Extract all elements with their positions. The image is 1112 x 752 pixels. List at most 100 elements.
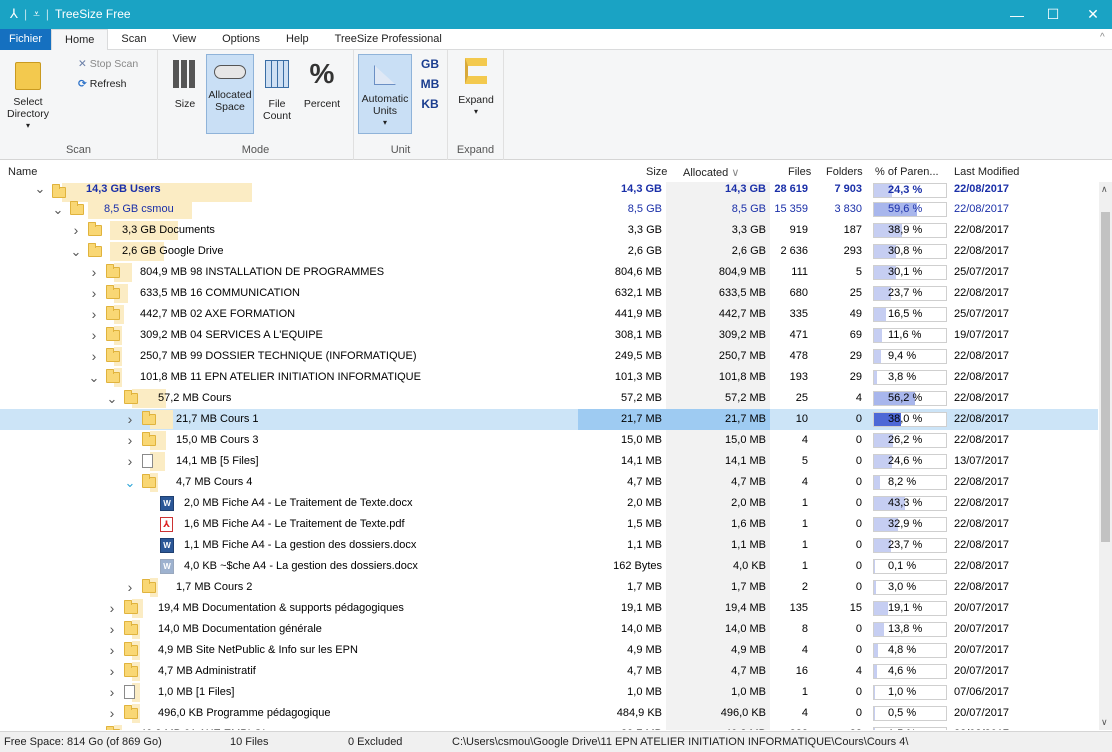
expand-arrow-icon[interactable]: › [124, 577, 136, 598]
collapse-ribbon-icon[interactable]: ^ [1100, 32, 1105, 43]
menu-view[interactable]: View [159, 29, 209, 50]
collapse-arrow-icon[interactable]: ⌄ [88, 367, 100, 388]
expand-arrow-icon[interactable]: › [106, 640, 118, 661]
allocated-space-mode-button[interactable]: Allocated Space [206, 54, 254, 134]
close-button[interactable]: ✕ [1070, 0, 1112, 29]
size-mode-button[interactable]: Size [170, 58, 200, 126]
row-last-modified: 22/08/2017 [954, 497, 1010, 509]
row-folders: 69 [849, 329, 862, 341]
row-size: 441,9 MB [614, 308, 662, 320]
tree-row[interactable]: ⌄ 8,5 GB csmou 8,5 GB 8,5 GB 15 359 3 830 59,6… [0, 199, 1098, 220]
app-icon[interactable]: ⅄ [10, 6, 18, 22]
mb-unit-button[interactable]: MB [416, 78, 444, 98]
expand-arrow-icon[interactable]: › [106, 598, 118, 619]
folder-icon [142, 411, 156, 425]
expand-arrow-icon[interactable]: › [106, 682, 118, 703]
tree-row[interactable]: › 250,7 MB 99 DOSSIER TECHNIQUE (INFORMAT… [0, 346, 1098, 367]
percent-bar: 26,2 % [873, 433, 947, 448]
expand-arrow-icon[interactable]: › [88, 724, 100, 730]
select-directory-button[interactable]: Select Directory ▾ [2, 58, 54, 138]
tree-row[interactable]: › 15,0 MB Cours 3 15,0 MB 15,0 MB 4 0 26,2 % 22… [0, 430, 1098, 451]
tree-row[interactable]: › 442,7 MB 02 AXE FORMATION 441,9 MB 442,7 … [0, 304, 1098, 325]
scroll-up-icon[interactable]: ∧ [1101, 184, 1108, 195]
row-last-modified: 20/07/2017 [954, 707, 1010, 719]
expand-button[interactable]: Expand ▾ [452, 56, 500, 134]
ribbon-group-scan: Select Directory ▾ ✕ Stop Scan ⟳ Refresh… [0, 50, 158, 160]
percent-mode-button[interactable]: % Percent [298, 56, 346, 130]
tree-row[interactable]: ⌄ 14,3 GB Users 14,3 GB 14,3 GB 28 619 7 903 2… [0, 182, 1098, 203]
stop-scan-button[interactable]: ✕ Stop Scan [78, 58, 156, 76]
quick-access-icon[interactable]: ⩡ [33, 7, 40, 22]
automatic-units-button[interactable]: Automatic Units ▾ [358, 54, 412, 134]
collapse-arrow-icon[interactable]: ⌄ [124, 472, 136, 493]
kb-unit-button[interactable]: KB [416, 98, 444, 118]
expand-arrow-icon[interactable]: › [106, 703, 118, 724]
column-name[interactable]: Name [8, 166, 37, 178]
expand-arrow-icon[interactable]: › [124, 430, 136, 451]
collapse-arrow-icon[interactable]: ⌄ [34, 182, 46, 196]
vertical-scrollbar[interactable]: ∧ ∨ [1099, 182, 1112, 730]
tree-row[interactable]: › 309,2 MB 04 SERVICES A L'EQUIPE 308,1 MB… [0, 325, 1098, 346]
expand-arrow-icon[interactable]: › [88, 262, 100, 283]
tree-row[interactable]: › 496,0 KB Programme pédagogique 484,9 KB 4… [0, 703, 1098, 724]
tree-row[interactable]: › 19,4 MB Documentation & supports pédago… [0, 598, 1098, 619]
row-label: 19,4 MB Documentation & supports pédagog… [158, 602, 404, 614]
tree-row[interactable]: W 2,0 MB Fiche A4 - Le Traitement de Text… [0, 493, 1098, 514]
expand-arrow-icon[interactable]: › [106, 619, 118, 640]
tree-row[interactable]: › 1,0 MB [1 Files] 1,0 MB 1,0 MB 1 0 1,0 % 07/0… [0, 682, 1098, 703]
column-size[interactable]: Size [646, 166, 667, 178]
menu-help[interactable]: Help [273, 29, 322, 50]
tree-row[interactable]: › 40,2 MB 01 AXE EMPLOI 39,7 MB 40,2 MB 228 3… [0, 724, 1098, 730]
tree-row[interactable]: › 4,7 MB Administratif 4,7 MB 4,7 MB 16 4 4,6 … [0, 661, 1098, 682]
expand-arrow-icon[interactable]: › [88, 346, 100, 367]
expand-arrow-icon[interactable]: › [88, 304, 100, 325]
gb-unit-button[interactable]: GB [416, 58, 444, 78]
tree-row[interactable]: W 4,0 KB ~$che A4 - La gestion des dossie… [0, 556, 1098, 577]
menu-home[interactable]: Home [51, 29, 109, 51]
tree-row[interactable]: ⌄ 57,2 MB Cours 57,2 MB 57,2 MB 25 4 56,2 % 22/… [0, 388, 1098, 409]
tree-row[interactable]: W 1,1 MB Fiche A4 - La gestion des dossie… [0, 535, 1098, 556]
menu-scan[interactable]: Scan [108, 29, 159, 50]
column-percent[interactable]: % of Paren... [875, 166, 939, 178]
menu-options[interactable]: Options [209, 29, 273, 50]
grid-icon [265, 60, 289, 88]
column-files[interactable]: Files [788, 166, 811, 178]
tree-row[interactable]: ⌄ 2,6 GB Google Drive 2,6 GB 2,6 GB 2 636 293… [0, 241, 1098, 262]
column-folders[interactable]: Folders [826, 166, 863, 178]
dropdown-arrow-icon: ▾ [473, 107, 478, 116]
column-last-modified[interactable]: Last Modified [954, 166, 1019, 178]
tree-row[interactable]: › 633,5 MB 16 COMMUNICATION 632,1 MB 633,5 … [0, 283, 1098, 304]
tree-row[interactable]: › 1,7 MB Cours 2 1,7 MB 1,7 MB 2 0 3,0 % 22/08/… [0, 577, 1098, 598]
scroll-thumb[interactable] [1101, 212, 1110, 542]
collapse-arrow-icon[interactable]: ⌄ [52, 199, 64, 220]
tree-row[interactable]: ⅄ 1,6 MB Fiche A4 - Le Traitement de Text… [0, 514, 1098, 535]
folder-icon [52, 184, 66, 198]
tree-row[interactable]: › 14,1 MB [5 Files] 14,1 MB 14,1 MB 5 0 24,6 %… [0, 451, 1098, 472]
tree-row[interactable]: › 14,0 MB Documentation générale 14,0 MB 14… [0, 619, 1098, 640]
menu-treesize-professional[interactable]: TreeSize Professional [322, 29, 455, 50]
expand-arrow-icon[interactable]: › [88, 283, 100, 304]
row-folders: 15 [849, 602, 862, 614]
tree-row[interactable]: ⌄ 4,7 MB Cours 4 4,7 MB 4,7 MB 4 0 8,2 % 22/08/… [0, 472, 1098, 493]
expand-arrow-icon[interactable]: › [70, 220, 82, 241]
expand-arrow-icon[interactable]: › [88, 325, 100, 346]
expand-arrow-icon[interactable]: › [124, 451, 136, 472]
file-icon [124, 685, 135, 699]
column-allocated-label: Allocated [683, 167, 729, 179]
collapse-arrow-icon[interactable]: ⌄ [70, 241, 82, 262]
menu-fichier[interactable]: Fichier [0, 29, 52, 50]
tree-row[interactable]: › 804,9 MB 98 INSTALLATION DE PROGRAMMES 8… [0, 262, 1098, 283]
row-last-modified: 20/07/2017 [954, 623, 1010, 635]
row-folders: 38 [812, 724, 862, 730]
tree-row[interactable]: › 21,7 MB Cours 1 21,7 MB 21,7 MB 10 0 38,0 % 2… [0, 409, 1098, 430]
collapse-arrow-icon[interactable]: ⌄ [106, 388, 118, 409]
expand-arrow-icon[interactable]: › [106, 661, 118, 682]
tree-row[interactable]: ⌄ 101,8 MB 11 EPN ATELIER INITIATION INFO… [0, 367, 1098, 388]
scroll-down-icon[interactable]: ∨ [1101, 717, 1108, 728]
column-allocated[interactable]: Allocated ∨ [683, 166, 739, 179]
tree-row[interactable]: › 4,9 MB Site NetPublic & Info sur les EP… [0, 640, 1098, 661]
expand-arrow-icon[interactable]: › [124, 409, 136, 430]
tree-row[interactable]: › 3,3 GB Documents 3,3 GB 3,3 GB 919 187 38,9 … [0, 220, 1098, 241]
file-count-mode-button[interactable]: File Count [260, 58, 294, 132]
refresh-button[interactable]: ⟳ Refresh [78, 78, 156, 96]
